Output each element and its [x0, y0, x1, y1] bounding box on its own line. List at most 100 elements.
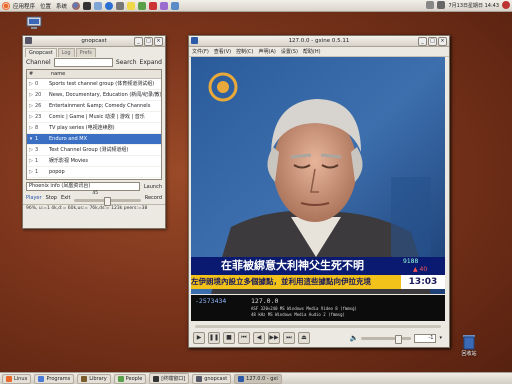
- desktop-trash[interactable]: 回收站: [460, 332, 478, 357]
- gxine-maximize-button[interactable]: □: [428, 37, 437, 46]
- list-item[interactable]: ▷ 8 TV play series (电视连续剧): [27, 123, 161, 134]
- maximize-button[interactable]: □: [144, 37, 153, 46]
- menu-file[interactable]: 文件(F): [192, 48, 209, 55]
- expander-open-icon[interactable]: ▾: [27, 134, 35, 144]
- slider-value: 45: [92, 191, 99, 196]
- taskbar-item-label: [终端窗口]: [161, 376, 186, 382]
- list-item[interactable]: ▷ 1 娱乐影视 Movies: [27, 156, 161, 167]
- column-num[interactable]: #: [27, 70, 51, 78]
- item-name: Test Channel Group (测试频道组): [49, 147, 129, 153]
- taskbar-item[interactable]: [终端窗口]: [149, 373, 190, 384]
- slider-knob[interactable]: [104, 197, 112, 206]
- expander-icon[interactable]: ▷: [27, 167, 35, 177]
- menu-audio[interactable]: 声明(A): [259, 48, 276, 55]
- list-item[interactable]: ▷ 3 Test Channel Group (测试频道组): [27, 145, 161, 156]
- help-launcher-icon[interactable]: [105, 1, 114, 10]
- expander-icon[interactable]: ▷: [27, 156, 35, 166]
- menu-places[interactable]: 位置: [40, 2, 51, 10]
- desktop-computer-icon[interactable]: [26, 16, 42, 30]
- play-button[interactable]: ▶: [193, 332, 205, 344]
- rewind-button[interactable]: ◀: [253, 332, 265, 344]
- pause-button[interactable]: ❚❚: [208, 332, 220, 344]
- volume-spin[interactable]: -1: [414, 333, 437, 343]
- seek-bar[interactable]: [195, 325, 441, 328]
- volume-icon[interactable]: [437, 1, 446, 9]
- minimize-button[interactable]: _: [134, 37, 143, 46]
- expand-button[interactable]: Expand: [140, 59, 162, 66]
- tab-log[interactable]: Log: [57, 48, 75, 57]
- list-item[interactable]: ▷ 23 Comic | Game | Music 动漫 | 游戏 | 音乐: [27, 112, 161, 123]
- volume-slider[interactable]: [361, 334, 412, 344]
- expander-icon[interactable]: ▷: [27, 79, 35, 89]
- menu-settings[interactable]: 设置(S): [281, 48, 298, 55]
- column-name[interactable]: name: [51, 70, 65, 78]
- forward-button[interactable]: ▶▶: [268, 332, 280, 344]
- menu-applications[interactable]: 应用程序: [13, 2, 35, 10]
- exit-button[interactable]: Exit: [61, 195, 70, 201]
- list-item[interactable]: ▷1华视午间: [27, 178, 161, 179]
- network-icon[interactable]: [426, 1, 435, 9]
- taskbar-item[interactable]: People: [113, 373, 147, 384]
- taskbar-item[interactable]: Library: [77, 373, 111, 384]
- settings-launcher-icon[interactable]: [116, 1, 125, 10]
- record-button[interactable]: Record: [145, 195, 162, 201]
- taskbar-item[interactable]: Programs: [34, 373, 75, 384]
- terminal-launcher-icon[interactable]: [83, 1, 92, 10]
- eject-button[interactable]: ⏏: [298, 332, 310, 344]
- menu-help[interactable]: 帮助(H): [303, 48, 321, 55]
- item-count: 8: [35, 125, 39, 131]
- chat-launcher-icon[interactable]: [138, 1, 147, 10]
- tab-gnopcast[interactable]: Gnopcast: [25, 48, 57, 57]
- notes-launcher-icon[interactable]: [127, 1, 136, 10]
- tab-prefs[interactable]: Prefs: [75, 48, 96, 57]
- expander-icon[interactable]: ▷: [27, 178, 35, 179]
- taskbar-item[interactable]: gnopcast: [192, 373, 232, 384]
- menu-view[interactable]: 查看(V): [214, 48, 231, 55]
- expander-icon[interactable]: ▷: [27, 145, 35, 155]
- taskbar-item[interactable]: 127.0.0 - gxi: [234, 373, 282, 384]
- launch-button[interactable]: Launch: [144, 184, 162, 190]
- menu-control[interactable]: 控制(C): [236, 48, 253, 55]
- item-count: 3: [35, 147, 39, 153]
- list-item[interactable]: ▷ 26 Entertainment &amp; Comedy Channels: [27, 101, 161, 112]
- player-select[interactable]: Phoenix info (凤凰资讯台): [26, 182, 140, 191]
- taskbar-item-label: 127.0.0 - gxi: [246, 375, 278, 382]
- power-icon[interactable]: [502, 1, 510, 9]
- next-button[interactable]: ⏭: [283, 332, 295, 344]
- buffer-slider[interactable]: [74, 197, 141, 206]
- volume-knob[interactable]: [395, 334, 403, 344]
- prev-button[interactable]: ⏮: [238, 332, 250, 344]
- gxine-minimize-button[interactable]: _: [418, 37, 427, 46]
- stop-button-gx[interactable]: ■: [223, 332, 235, 344]
- editor-launcher-icon[interactable]: [171, 1, 180, 10]
- search-button[interactable]: Search: [116, 59, 137, 66]
- ticker-scroll: 左伊朗境內設立多個據點，並利用這些據點向伊拉克境: [191, 275, 401, 289]
- mail-launcher-icon[interactable]: [94, 1, 103, 10]
- close-button[interactable]: ×: [154, 37, 163, 46]
- expander-icon[interactable]: ▷: [27, 112, 35, 122]
- expander-icon[interactable]: ▷: [27, 123, 35, 133]
- panel-clock[interactable]: 7月13日星期日 14:43: [448, 2, 499, 9]
- taskbar-item[interactable]: Linux: [2, 373, 32, 384]
- firefox-launcher-icon[interactable]: [72, 1, 81, 10]
- channel-search-input[interactable]: [53, 58, 113, 67]
- info-audio: 48 kHz MS Windows Media Audio 2 (fmmsg): [251, 312, 345, 317]
- stop-button[interactable]: Stop: [46, 195, 57, 201]
- list-item[interactable]: ▷ 0 Sports test channel group (体育频道测试组): [27, 79, 161, 90]
- player-button[interactable]: Player: [26, 195, 42, 201]
- list-item[interactable]: ▷ 1 popop: [27, 167, 161, 178]
- expander-icon[interactable]: ▷: [27, 90, 35, 100]
- gnopcast-titlebar[interactable]: gnopcast _ □ ×: [23, 36, 165, 47]
- gxine-close-button[interactable]: ×: [438, 37, 447, 46]
- list-item[interactable]: ▷ 20 News, Documentary, Education (新闻/纪录/教…: [27, 90, 161, 101]
- image-launcher-icon[interactable]: [160, 1, 169, 10]
- media-launcher-icon[interactable]: [149, 1, 158, 10]
- taskbar-item-icon: [153, 375, 160, 382]
- menu-system[interactable]: 系统: [56, 2, 67, 10]
- list-item[interactable]: ▾ 1 Enduro and MX: [27, 134, 161, 145]
- video-area[interactable]: 在菲被綁意大利神父生死不明 9188 ▲ 40 左伊朗境內設立多個據點，並利用這…: [191, 57, 445, 294]
- gxine-titlebar[interactable]: 127.0.0 - gxine 0.5.11 _ □ ×: [189, 36, 449, 47]
- volume-arrow-icon[interactable]: ▾: [439, 335, 442, 341]
- ubuntu-logo-icon[interactable]: [2, 1, 10, 10]
- expander-icon[interactable]: ▷: [27, 101, 35, 111]
